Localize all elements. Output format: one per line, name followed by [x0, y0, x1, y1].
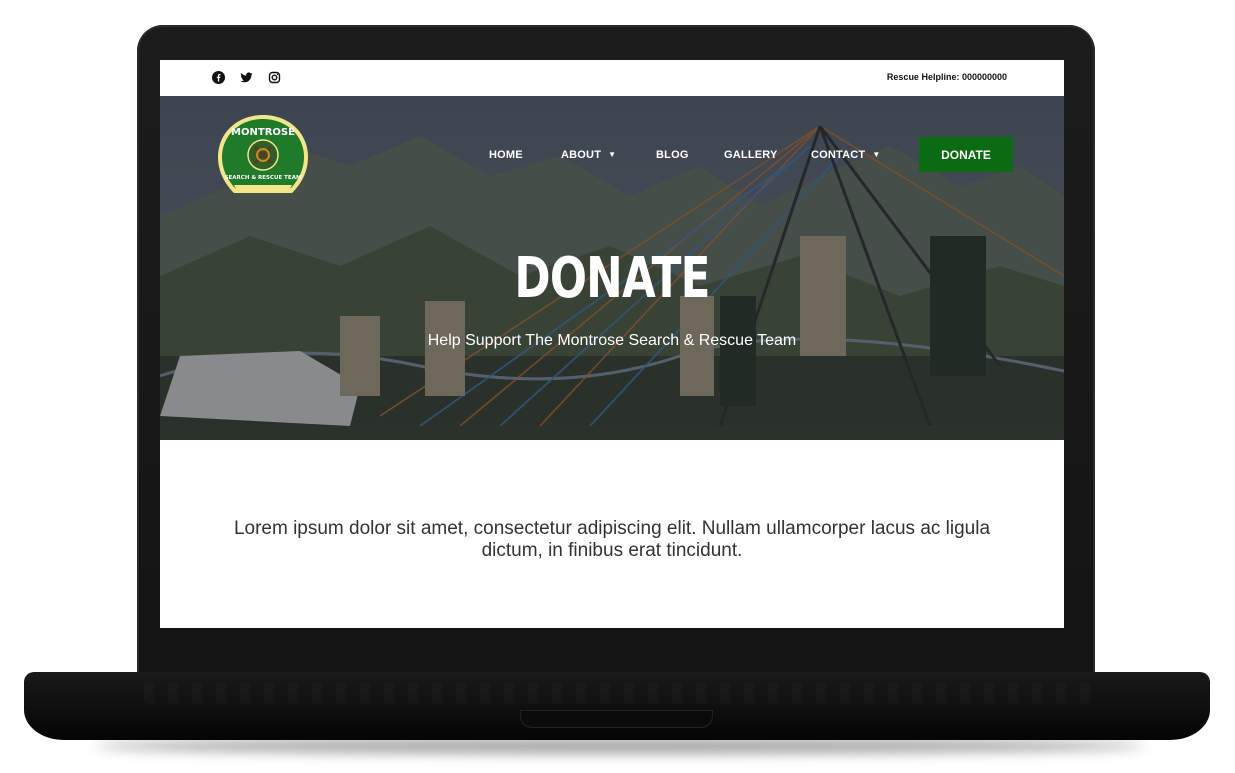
hero-banner: MONTROSE SEARCH & RESCUE TEAM HOME ABOUT… [160, 96, 1064, 440]
laptop-shadow [95, 738, 1145, 754]
facebook-icon[interactable] [212, 71, 225, 84]
social-links [212, 71, 281, 84]
top-bar: Rescue Helpline: 000000000 [160, 60, 1064, 96]
logo-top-text: MONTROSE [231, 127, 295, 138]
instagram-icon[interactable] [268, 71, 281, 84]
nav-gallery-label: GALLERY [724, 149, 778, 161]
page-title: DONATE [514, 246, 710, 311]
donate-button[interactable]: DONATE [919, 137, 1013, 172]
website-screen: Rescue Helpline: 000000000 MONTROSE SEAR… [160, 60, 1064, 628]
hero-subtitle: Help Support The Montrose Search & Rescu… [427, 332, 797, 349]
chevron-down-icon: ▼ [608, 150, 617, 159]
nav-about-label: ABOUT [561, 149, 602, 161]
nav-about[interactable]: ABOUT ▼ [561, 149, 616, 161]
rescue-helpline: Rescue Helpline: 000000000 [886, 72, 1007, 82]
nav-blog-label: BLOG [656, 149, 689, 161]
nav-contact[interactable]: CONTACT ▼ [811, 149, 880, 161]
nav-home[interactable]: HOME [489, 149, 523, 161]
intro-paragraph: Lorem ipsum dolor sit amet, consectetur … [233, 518, 991, 561]
logo-bottom-text: SEARCH & RESCUE TEAM [225, 175, 302, 181]
nav-gallery[interactable]: GALLERY [724, 149, 778, 161]
keyboard-edge [144, 682, 1090, 704]
nav-blog[interactable]: BLOG [656, 149, 689, 161]
laptop-notch [520, 710, 713, 728]
chevron-down-icon: ▼ [872, 150, 881, 159]
nav-home-label: HOME [489, 149, 523, 161]
laptop-base [24, 672, 1210, 740]
nav-contact-label: CONTACT [811, 149, 866, 161]
montrose-logo[interactable]: MONTROSE SEARCH & RESCUE TEAM [216, 113, 310, 197]
twitter-icon[interactable] [240, 71, 253, 84]
